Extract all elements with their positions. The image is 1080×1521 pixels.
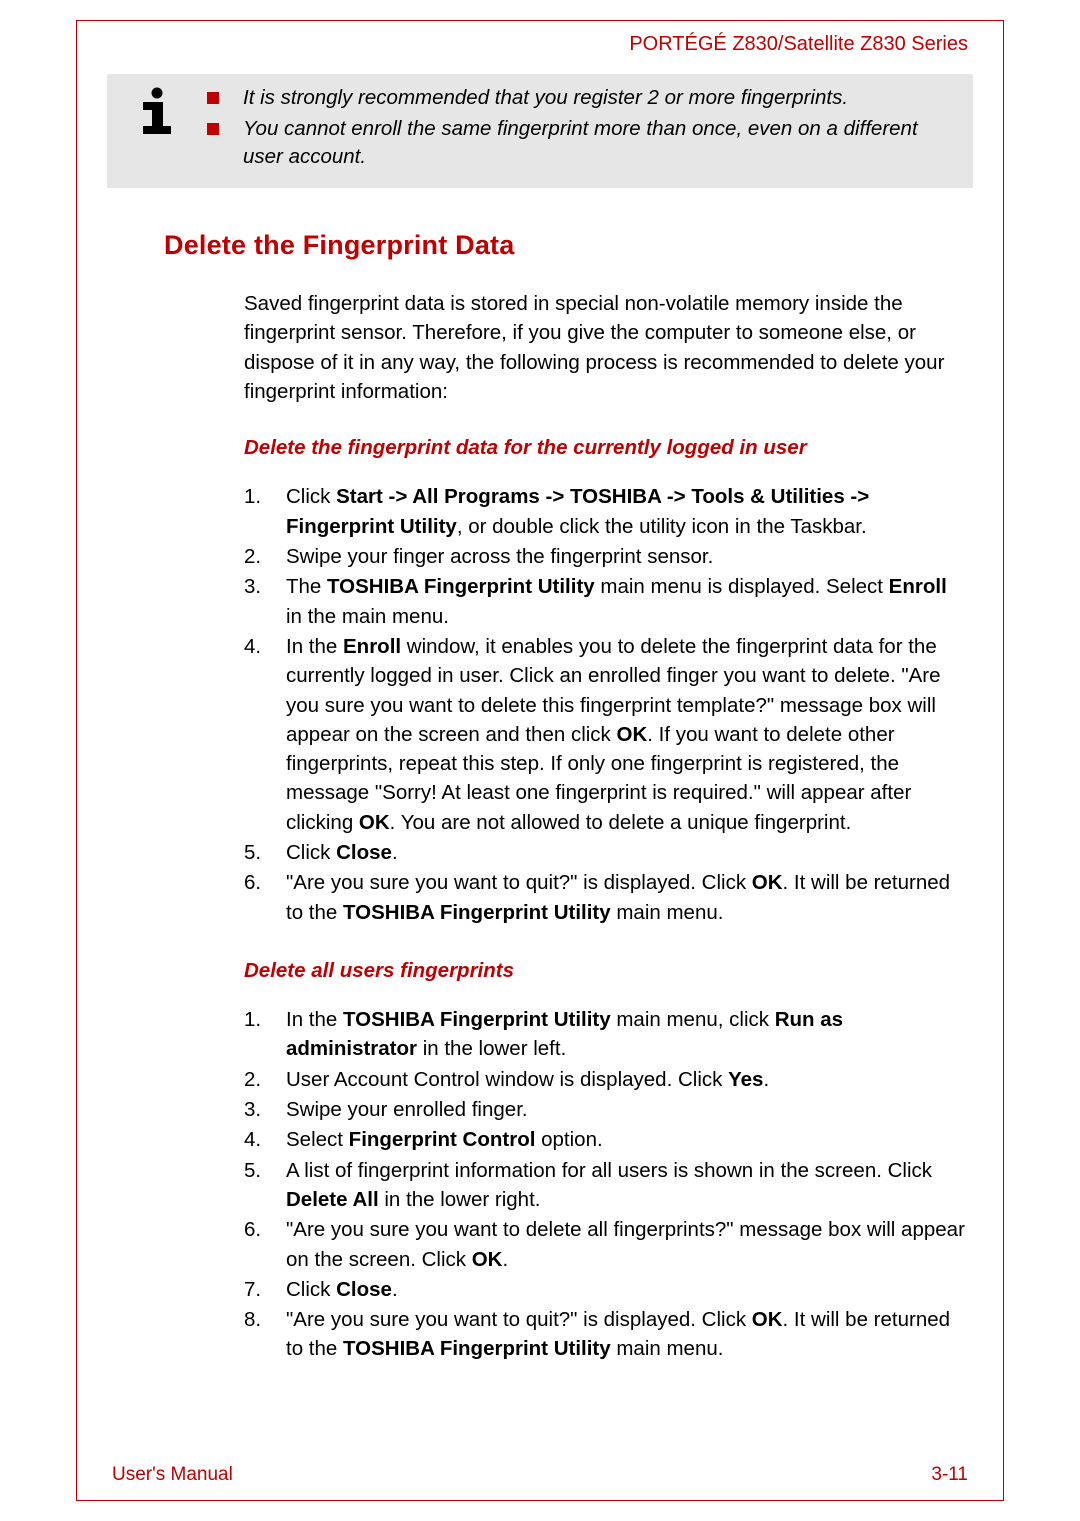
page-footer: User's Manual 3-11 xyxy=(112,1464,968,1486)
info-bullet: You cannot enroll the same fingerprint m… xyxy=(207,115,959,172)
intro-paragraph: Saved fingerprint data is stored in spec… xyxy=(244,289,968,406)
info-bullet-list: It is strongly recommended that you regi… xyxy=(207,84,959,174)
info-callout: It is strongly recommended that you regi… xyxy=(107,74,973,188)
step-item: Swipe your enrolled finger. xyxy=(244,1095,968,1124)
step-item: Click Start -> All Programs -> TOSHIBA -… xyxy=(244,482,968,541)
step-text: User Account Control window is displayed… xyxy=(286,1065,968,1094)
step-item: Select Fingerprint Control option. xyxy=(244,1125,968,1154)
step-item: Click Close. xyxy=(244,1275,968,1304)
subsection-heading: Delete the fingerprint data for the curr… xyxy=(244,436,968,460)
document-page: PORTÉGÉ Z830/Satellite Z830 Series It is… xyxy=(76,20,1004,1501)
step-item: User Account Control window is displayed… xyxy=(244,1065,968,1094)
info-icon xyxy=(107,84,207,134)
step-item: "Are you sure you want to delete all fin… xyxy=(244,1215,968,1274)
step-text: The TOSHIBA Fingerprint Utility main men… xyxy=(286,572,968,631)
step-item: In the Enroll window, it enables you to … xyxy=(244,632,968,837)
info-bullet: It is strongly recommended that you regi… xyxy=(207,84,959,113)
info-bullet-text: It is strongly recommended that you regi… xyxy=(243,84,848,113)
footer-right: 3-11 xyxy=(931,1464,968,1486)
subsection-heading: Delete all users fingerprints xyxy=(244,959,968,983)
step-text: "Are you sure you want to delete all fin… xyxy=(286,1215,968,1274)
step-text: In the TOSHIBA Fingerprint Utility main … xyxy=(286,1005,968,1064)
step-item: A list of fingerprint information for al… xyxy=(244,1156,968,1215)
step-text: Click Start -> All Programs -> TOSHIBA -… xyxy=(286,482,968,541)
steps-list-all-users: In the TOSHIBA Fingerprint Utility main … xyxy=(244,1005,968,1364)
step-text: "Are you sure you want to quit?" is disp… xyxy=(286,1305,968,1364)
step-text: Swipe your enrolled finger. xyxy=(286,1095,968,1124)
bullet-icon xyxy=(207,92,219,104)
step-text: "Are you sure you want to quit?" is disp… xyxy=(286,868,968,927)
step-item: The TOSHIBA Fingerprint Utility main men… xyxy=(244,572,968,631)
step-item: "Are you sure you want to quit?" is disp… xyxy=(244,1305,968,1364)
step-item: In the TOSHIBA Fingerprint Utility main … xyxy=(244,1005,968,1064)
section-heading: Delete the Fingerprint Data xyxy=(164,230,968,261)
step-text: In the Enroll window, it enables you to … xyxy=(286,632,968,837)
bullet-icon xyxy=(207,123,219,135)
step-text: Swipe your finger across the fingerprint… xyxy=(286,542,968,571)
step-item: Swipe your finger across the fingerprint… xyxy=(244,542,968,571)
step-text: Select Fingerprint Control option. xyxy=(286,1125,968,1154)
step-item: Click Close. xyxy=(244,838,968,867)
page-header: PORTÉGÉ Z830/Satellite Z830 Series xyxy=(112,33,968,56)
step-text: Click Close. xyxy=(286,838,968,867)
steps-list-current-user: Click Start -> All Programs -> TOSHIBA -… xyxy=(244,482,968,927)
step-item: "Are you sure you want to quit?" is disp… xyxy=(244,868,968,927)
footer-left: User's Manual xyxy=(112,1464,233,1486)
info-bullet-text: You cannot enroll the same fingerprint m… xyxy=(243,115,959,172)
step-text: Click Close. xyxy=(286,1275,968,1304)
step-text: A list of fingerprint information for al… xyxy=(286,1156,968,1215)
